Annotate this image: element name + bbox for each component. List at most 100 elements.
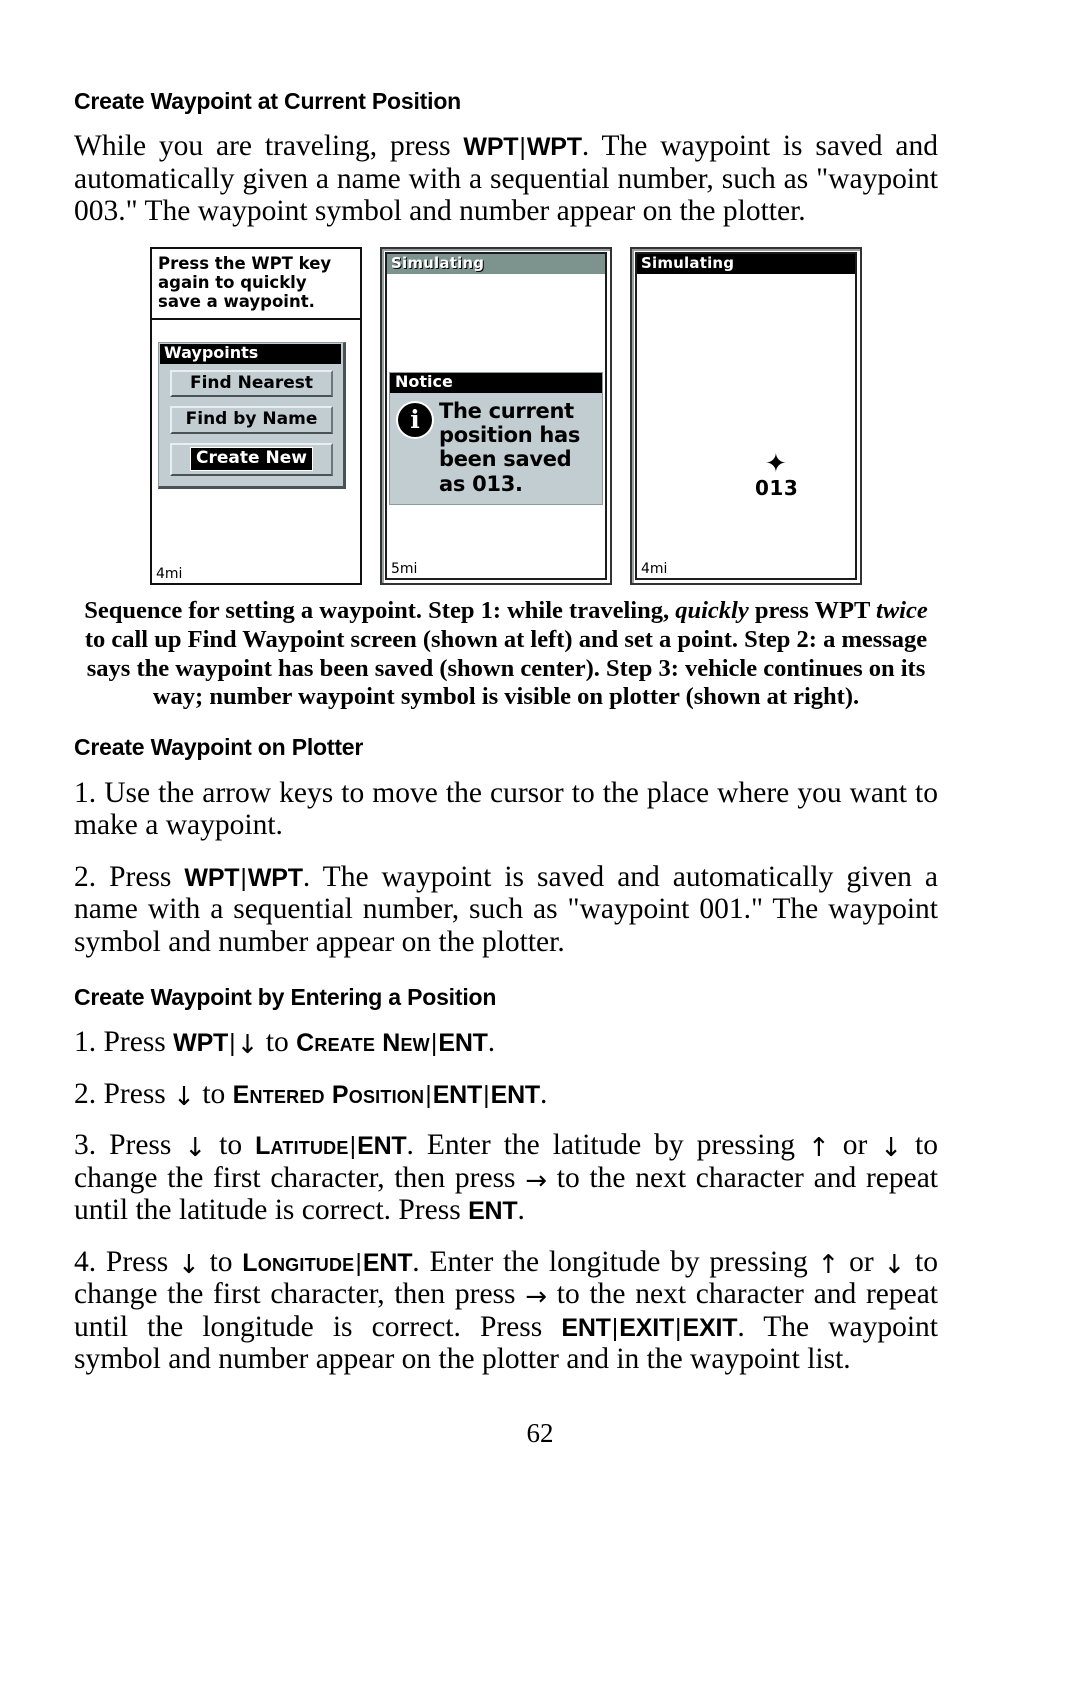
s2-mid: to — [194, 1077, 233, 1110]
key-separator: | — [611, 1313, 619, 1342]
s2-pre: 2. Press — [74, 1077, 174, 1110]
position-step-2: 2. Press ↓ to Entered Position|ENT|ENT. — [74, 1078, 938, 1110]
map-scale-label: 4mi — [156, 565, 183, 582]
manual-page: Create Waypoint at Current Position Whil… — [0, 0, 1080, 1682]
info-icon: i — [398, 402, 432, 437]
waypoint-sequence-figure: Press the WPT key again to quickly save … — [74, 246, 938, 585]
s4-mid2: . Enter the longitude by pressing — [412, 1245, 818, 1278]
key-separator: | — [349, 1132, 357, 1161]
arrow-down-icon-2: ↓ — [883, 1249, 906, 1280]
key-wpt: WPT — [173, 1029, 229, 1058]
arrow-down-icon: ↓ — [184, 1133, 207, 1164]
arrow-down-icon: ↓ — [236, 1030, 259, 1061]
intro-paragraph: While you are traveling, press WPT|WPT. … — [74, 130, 938, 227]
caption-emphasis-twice: twice — [876, 596, 928, 624]
key-wpt-a: WPT — [184, 863, 240, 892]
notice-dialog: Notice i The current position has been s… — [389, 371, 603, 505]
key-wpt-b: WPT — [247, 863, 303, 892]
menu-item-label-highlighted: Create New — [190, 446, 313, 471]
caption-text-3: to call up Find Waypoint screen (shown a… — [84, 625, 928, 711]
key-separator: | — [425, 1080, 432, 1109]
step2-text-pre: 2. Press — [74, 860, 185, 893]
heading-create-waypoint-on-plotter: Create Waypoint on Plotter — [74, 734, 364, 761]
waypoint-symbol-icon: ✦ — [765, 448, 787, 479]
device-screen-notice: Simulating Notice i The current position… — [380, 246, 612, 585]
caption-emphasis-quickly: quickly — [675, 596, 749, 624]
key-ent-a: ENT — [362, 1248, 413, 1277]
plotter-map-area: ✦ 013 — [637, 254, 855, 578]
s1-pre: 1. Press — [74, 1026, 174, 1059]
page-content: Create Waypoint at Current Position Whil… — [74, 88, 938, 1375]
caption-text-2: press WPT — [748, 596, 877, 624]
menu-item-create-new[interactable]: Create New — [170, 442, 333, 476]
s3-pre: 3. Press — [74, 1129, 185, 1162]
s4-mid3: or — [839, 1245, 884, 1278]
key-ent-b: ENT — [490, 1080, 541, 1109]
position-step-4: 4. Press ↓ to Longitude|ENT. Enter the l… — [74, 1246, 938, 1376]
key-ent-b: ENT — [468, 1197, 518, 1226]
status-bar-simulating: Simulating — [387, 253, 605, 274]
s4-mid1: to — [199, 1245, 243, 1278]
page-number: 62 — [526, 1418, 554, 1448]
tip-text: Press the WPT key again to quickly save … — [152, 248, 360, 320]
menu-name-latitude: Latitude — [255, 1132, 349, 1161]
arrow-down-icon-2: ↓ — [880, 1133, 903, 1164]
arrow-up-icon: ↑ — [807, 1133, 830, 1164]
s3-mid2: . Enter the latitude by pressing — [406, 1129, 808, 1162]
key-exit-a: EXIT — [619, 1313, 675, 1342]
key-separator: | — [240, 863, 247, 892]
caption-text-1: Sequence for setting a waypoint. Step 1:… — [84, 596, 676, 624]
menu-item-find-nearest[interactable]: Find Nearest — [170, 369, 333, 398]
arrow-right-icon: → — [525, 1282, 548, 1313]
key-ent-a: ENT — [357, 1132, 407, 1161]
heading-create-waypoint-entering-position: Create Waypoint by Entering a Position — [74, 984, 497, 1010]
arrow-right-icon: → — [525, 1165, 548, 1196]
menu-name-entered-position: Entered Position — [232, 1080, 425, 1109]
position-step-1: 1. Press WPT|↓ to Create New|ENT. — [74, 1026, 938, 1058]
waypoints-menu: Waypoints Find Nearest Find by Name Crea… — [158, 341, 346, 489]
key-separator: | — [355, 1248, 362, 1277]
map-scale-label: 4mi — [641, 560, 668, 577]
position-step-3: 3. Press ↓ to Latitude|ENT. Enter the la… — [74, 1129, 938, 1226]
s3-post: . — [517, 1194, 525, 1227]
key-separator: | — [675, 1313, 682, 1342]
waypoint-number-label: 013 — [755, 475, 799, 500]
menu-name-create-new: Create New — [296, 1029, 430, 1058]
menu-item-find-by-name[interactable]: Find by Name — [170, 406, 333, 434]
key-wpt-b: WPT — [526, 133, 582, 162]
s1-mid: to — [258, 1026, 297, 1059]
key-separator: | — [229, 1029, 236, 1058]
menu-item-label: Find by Name — [185, 409, 318, 430]
figure-caption: Sequence for setting a waypoint. Step 1:… — [74, 597, 938, 713]
heading-create-waypoint-current-position: Create Waypoint at Current Position — [74, 88, 462, 114]
key-ent-a: ENT — [432, 1080, 483, 1109]
key-separator: | — [483, 1080, 490, 1109]
device-screen-plotter: Simulating ✦ 013 4mi — [630, 246, 862, 585]
s4-pre: 4. Press — [74, 1245, 178, 1278]
notice-dialog-title: Notice — [390, 372, 602, 393]
intro-text-part1: While you are traveling, press — [74, 130, 464, 163]
device-screen-waypoints-menu: Press the WPT key again to quickly save … — [150, 246, 362, 585]
key-wpt-a: WPT — [463, 133, 519, 162]
menu-name-longitude: Longitude — [242, 1248, 355, 1277]
s2-post: . — [540, 1077, 548, 1110]
s3-mid1: to — [206, 1129, 256, 1162]
s3-mid3: or — [829, 1129, 881, 1162]
s1-post: . — [487, 1026, 496, 1059]
waypoints-menu-title: Waypoints — [160, 343, 341, 364]
notice-dialog-text: The current position has been saved as 0… — [439, 398, 581, 496]
map-scale-label: 5mi — [391, 560, 418, 577]
key-ent-b: ENT — [561, 1313, 611, 1342]
key-separator: | — [519, 133, 526, 162]
plotter-step-2: 2. Press WPT|WPT. The waypoint is saved … — [74, 861, 938, 958]
arrow-up-icon: ↑ — [817, 1249, 840, 1280]
arrow-down-icon: ↓ — [177, 1249, 200, 1280]
arrow-down-icon: ↓ — [173, 1081, 195, 1112]
notice-dialog-body: i The current position has been saved as… — [390, 393, 602, 504]
device-inner-frame: Simulating ✦ 013 4mi — [635, 251, 857, 580]
device-inner-frame: Simulating Notice i The current position… — [385, 251, 607, 580]
key-exit-b: EXIT — [682, 1313, 738, 1342]
menu-item-label: Find Nearest — [189, 372, 314, 393]
key-ent: ENT — [438, 1029, 488, 1058]
plotter-step-1: 1. Use the arrow keys to move the cursor… — [74, 776, 938, 842]
